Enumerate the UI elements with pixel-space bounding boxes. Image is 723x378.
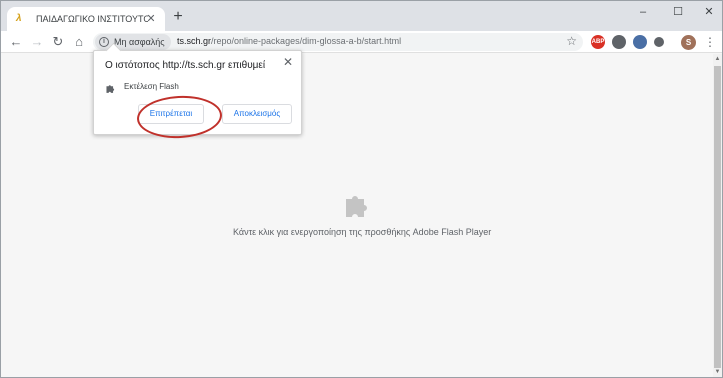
extension-icon-3[interactable] (633, 35, 647, 49)
puzzle-piece-icon[interactable] (342, 190, 372, 220)
prompt-title: Ο ιστότοπος http://ts.sch.gr επιθυμεί (105, 60, 266, 71)
tab-close-icon[interactable]: ✕ (144, 12, 158, 26)
tab-active[interactable]: λ ΠΑΙΔΑΓΩΓΙΚΟ ΙΝΣΤΙΤΟΥΤΟ - ΓΛΩ ✕ (7, 7, 165, 31)
prompt-close-icon[interactable]: ✕ (282, 56, 294, 68)
flash-permission-prompt: Ο ιστότοπος http://ts.sch.gr επιθυμεί ✕ … (93, 50, 302, 135)
home-button[interactable]: ⌂ (71, 34, 87, 50)
scroll-thumb[interactable] (714, 66, 721, 368)
back-button[interactable]: ← (8, 34, 24, 50)
security-label: Μη ασφαλής (114, 37, 165, 47)
allow-button[interactable]: Επιτρέπεται (138, 104, 204, 124)
minimize-button[interactable]: – (630, 3, 656, 21)
maximize-button[interactable]: ☐ (665, 3, 691, 21)
url-path: /repo/online-packages/dim-glossa-a-b/sta… (211, 36, 402, 46)
scroll-up-icon[interactable]: ▲ (713, 54, 722, 64)
block-button[interactable]: Αποκλεισμός (222, 104, 292, 124)
permission-label: Εκτέλεση Flash (124, 82, 179, 91)
adblock-icon[interactable]: ABP (591, 35, 605, 49)
info-icon: i (99, 37, 109, 47)
security-indicator[interactable]: i Μη ασφαλής (95, 34, 171, 50)
tab-title: ΠΑΙΔΑΓΩΓΙΚΟ ΙΝΣΤΙΤΟΥΤΟ - ΓΛΩ (36, 14, 148, 24)
profile-avatar[interactable]: S (681, 35, 696, 50)
forward-button[interactable]: → (29, 34, 45, 50)
url-text[interactable]: ts.sch.gr/repo/online-packages/dim-gloss… (177, 36, 401, 46)
menu-button[interactable]: ⋮ (702, 34, 718, 50)
flash-activation-message[interactable]: Κάντε κλικ για ενεργοποίηση της προσθήκη… (233, 227, 491, 237)
vertical-scrollbar[interactable]: ▲ ▼ (713, 54, 722, 377)
close-window-button[interactable]: ✕ (696, 3, 722, 21)
scroll-down-icon[interactable]: ▼ (713, 367, 722, 377)
tab-strip: λ ΠΑΙΔΑΓΩΓΙΚΟ ΙΝΣΤΙΤΟΥΤΟ - ΓΛΩ ✕ + – ☐ ✕ (1, 1, 722, 31)
bookmark-star-icon[interactable]: ☆ (566, 34, 577, 48)
puzzle-piece-icon (106, 85, 115, 93)
extension-icon-2[interactable] (612, 35, 626, 49)
pi-logo-icon: λ (16, 13, 22, 24)
extension-icon-4[interactable] (654, 37, 664, 47)
browser-window: λ ΠΑΙΔΑΓΩΓΙΚΟ ΙΝΣΤΙΤΟΥΤΟ - ΓΛΩ ✕ + – ☐ ✕… (0, 0, 723, 378)
reload-button[interactable]: ↻ (50, 34, 66, 50)
url-host: ts.sch.gr (177, 36, 212, 46)
new-tab-button[interactable]: + (170, 9, 186, 25)
address-bar[interactable]: i Μη ασφαλής ts.sch.gr/repo/online-packa… (93, 33, 583, 51)
